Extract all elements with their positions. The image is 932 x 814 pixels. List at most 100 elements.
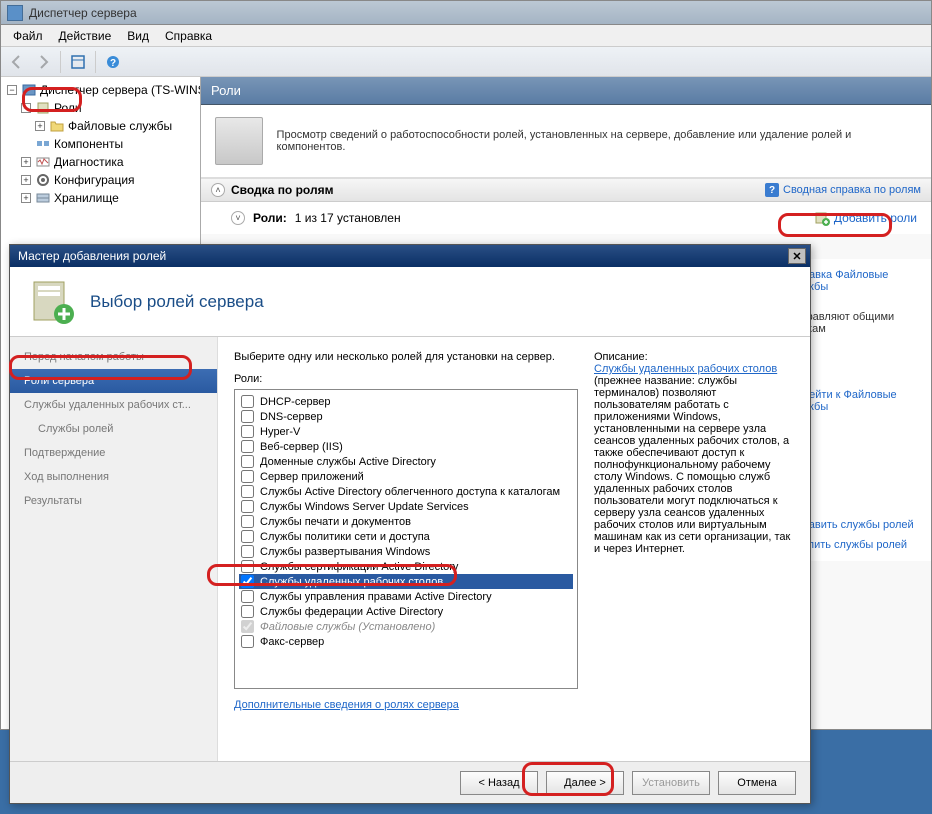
role-item[interactable]: Hyper-V — [239, 424, 573, 439]
role-checkbox[interactable] — [241, 575, 254, 588]
toolbar-separator — [95, 51, 96, 73]
nav-progress[interactable]: Ход выполнения — [10, 465, 217, 489]
properties-button[interactable] — [66, 50, 90, 74]
role-checkbox[interactable] — [241, 425, 254, 438]
role-label: Сервер приложений — [260, 471, 364, 483]
menu-action[interactable]: Действие — [51, 27, 120, 45]
role-item[interactable]: DHCP-сервер — [239, 394, 573, 409]
role-checkbox[interactable] — [241, 470, 254, 483]
nav-role-services[interactable]: Службы ролей — [10, 417, 217, 441]
role-item[interactable]: Службы политики сети и доступа — [239, 529, 573, 544]
description-label: Описание: — [594, 351, 794, 363]
chevron-down-icon[interactable]: ˅ — [231, 211, 245, 225]
svg-text:?: ? — [110, 58, 116, 69]
role-checkbox[interactable] — [241, 605, 254, 618]
collapse-icon[interactable]: − — [7, 85, 17, 95]
tree-storage[interactable]: + Хранилище — [3, 189, 198, 207]
tree-components[interactable]: Компоненты — [3, 135, 198, 153]
role-item[interactable]: Службы Windows Server Update Services — [239, 499, 573, 514]
role-checkbox[interactable] — [241, 635, 254, 648]
cancel-button[interactable]: Отмена — [718, 771, 796, 795]
roles-icon — [35, 100, 51, 116]
role-checkbox — [241, 620, 254, 633]
forward-button[interactable] — [31, 50, 55, 74]
role-item[interactable]: Службы федерации Active Directory — [239, 604, 573, 619]
role-checkbox[interactable] — [241, 590, 254, 603]
role-checkbox[interactable] — [241, 530, 254, 543]
expand-icon[interactable]: + — [35, 121, 45, 131]
roles-summary-header: ˄ Сводка по ролям ? Сводная справка по р… — [201, 178, 931, 202]
expand-icon[interactable]: + — [21, 157, 31, 167]
tree-root[interactable]: − Диспетчер сервера (TS-WINSERV — [3, 81, 198, 99]
role-item[interactable]: Службы управления правами Active Directo… — [239, 589, 573, 604]
tree-root-label: Диспетчер сервера (TS-WINSERV — [40, 83, 201, 97]
role-label: DHCP-сервер — [260, 396, 331, 408]
next-button[interactable]: Далее > — [546, 771, 624, 795]
roles-count-label: Роли: — [253, 211, 287, 225]
role-label: DNS-сервер — [260, 411, 323, 423]
role-item[interactable]: Службы развертывания Windows — [239, 544, 573, 559]
nav-server-roles[interactable]: Роли сервера — [10, 369, 217, 393]
role-item[interactable]: Факс-сервер — [239, 634, 573, 649]
nav-rds[interactable]: Службы удаленных рабочих ст... — [10, 393, 217, 417]
menu-help[interactable]: Справка — [157, 27, 220, 45]
role-checkbox[interactable] — [241, 545, 254, 558]
role-item[interactable]: DNS-сервер — [239, 409, 573, 424]
summary-help-link[interactable]: Сводная справка по ролям — [783, 184, 921, 196]
chevron-up-icon[interactable]: ˄ — [211, 183, 225, 197]
role-checkbox[interactable] — [241, 440, 254, 453]
role-checkbox[interactable] — [241, 395, 254, 408]
role-item[interactable]: Службы сертификации Active Directory — [239, 559, 573, 574]
role-checkbox[interactable] — [241, 455, 254, 468]
back-button[interactable]: < Назад — [460, 771, 538, 795]
role-item[interactable]: Службы удаленных рабочих столов — [239, 574, 573, 589]
tree-roles[interactable]: − Роли — [3, 99, 198, 117]
nav-results[interactable]: Результаты — [10, 489, 217, 513]
role-item[interactable]: Сервер приложений — [239, 469, 573, 484]
role-label: Доменные службы Active Directory — [260, 456, 436, 468]
back-button[interactable] — [5, 50, 29, 74]
role-item[interactable]: Службы Active Directory облегченного дос… — [239, 484, 573, 499]
tree-storage-label: Хранилище — [54, 191, 119, 205]
add-roles-text: Добавить роли — [834, 211, 917, 225]
expand-icon[interactable]: + — [21, 193, 31, 203]
role-checkbox[interactable] — [241, 485, 254, 498]
collapse-icon[interactable]: − — [21, 103, 31, 113]
wizard-nav: Перед началом работы Роли сервера Службы… — [10, 337, 218, 761]
window-title: Диспетчер сервера — [29, 6, 137, 20]
install-button[interactable]: Установить — [632, 771, 710, 795]
role-checkbox[interactable] — [241, 410, 254, 423]
role-checkbox[interactable] — [241, 500, 254, 513]
add-roles-wizard: Мастер добавления ролей ✕ Выбор ролей се… — [9, 244, 811, 804]
toolbar: ? — [1, 47, 931, 77]
role-item[interactable]: Доменные службы Active Directory — [239, 454, 573, 469]
role-checkbox[interactable] — [241, 560, 254, 573]
close-button[interactable]: ✕ — [788, 248, 806, 264]
role-label: Службы политики сети и доступа — [260, 531, 430, 543]
expand-icon[interactable]: + — [21, 175, 31, 185]
role-label: Службы сертификации Active Directory — [260, 561, 458, 573]
menu-view[interactable]: Вид — [119, 27, 157, 45]
role-label: Службы управления правами Active Directo… — [260, 591, 492, 603]
roles-count-value: 1 из 17 установлен — [295, 211, 401, 225]
role-label: Hyper-V — [260, 426, 300, 438]
tree-diagnostics[interactable]: + Диагностика — [3, 153, 198, 171]
tree-roles-label: Роли — [54, 101, 82, 115]
app-icon — [7, 5, 23, 21]
tree-configuration-label: Конфигурация — [54, 173, 135, 187]
tree-file-services[interactable]: + Файловые службы — [3, 117, 198, 135]
nav-confirm[interactable]: Подтверждение — [10, 441, 217, 465]
menu-file[interactable]: Файл — [5, 27, 51, 45]
tree-configuration[interactable]: + Конфигурация — [3, 171, 198, 189]
nav-before-begin[interactable]: Перед началом работы — [10, 345, 217, 369]
roles-label: Роли: — [234, 373, 578, 385]
more-info-link[interactable]: Дополнительные сведения о ролях сервера — [234, 699, 578, 711]
add-roles-link[interactable]: Добавить роли — [814, 210, 917, 226]
description-link[interactable]: Службы удаленных рабочих столов — [594, 363, 777, 375]
roles-listbox[interactable]: DHCP-сервер DNS-сервер Hyper-VВеб-сервер (… — [234, 389, 578, 689]
role-item[interactable]: Веб-сервер (IIS) — [239, 439, 573, 454]
role-checkbox[interactable] — [241, 515, 254, 528]
role-item[interactable]: Службы печати и документов — [239, 514, 573, 529]
role-item: Файловые службы (Установлено) — [239, 619, 573, 634]
help-button[interactable]: ? — [101, 50, 125, 74]
